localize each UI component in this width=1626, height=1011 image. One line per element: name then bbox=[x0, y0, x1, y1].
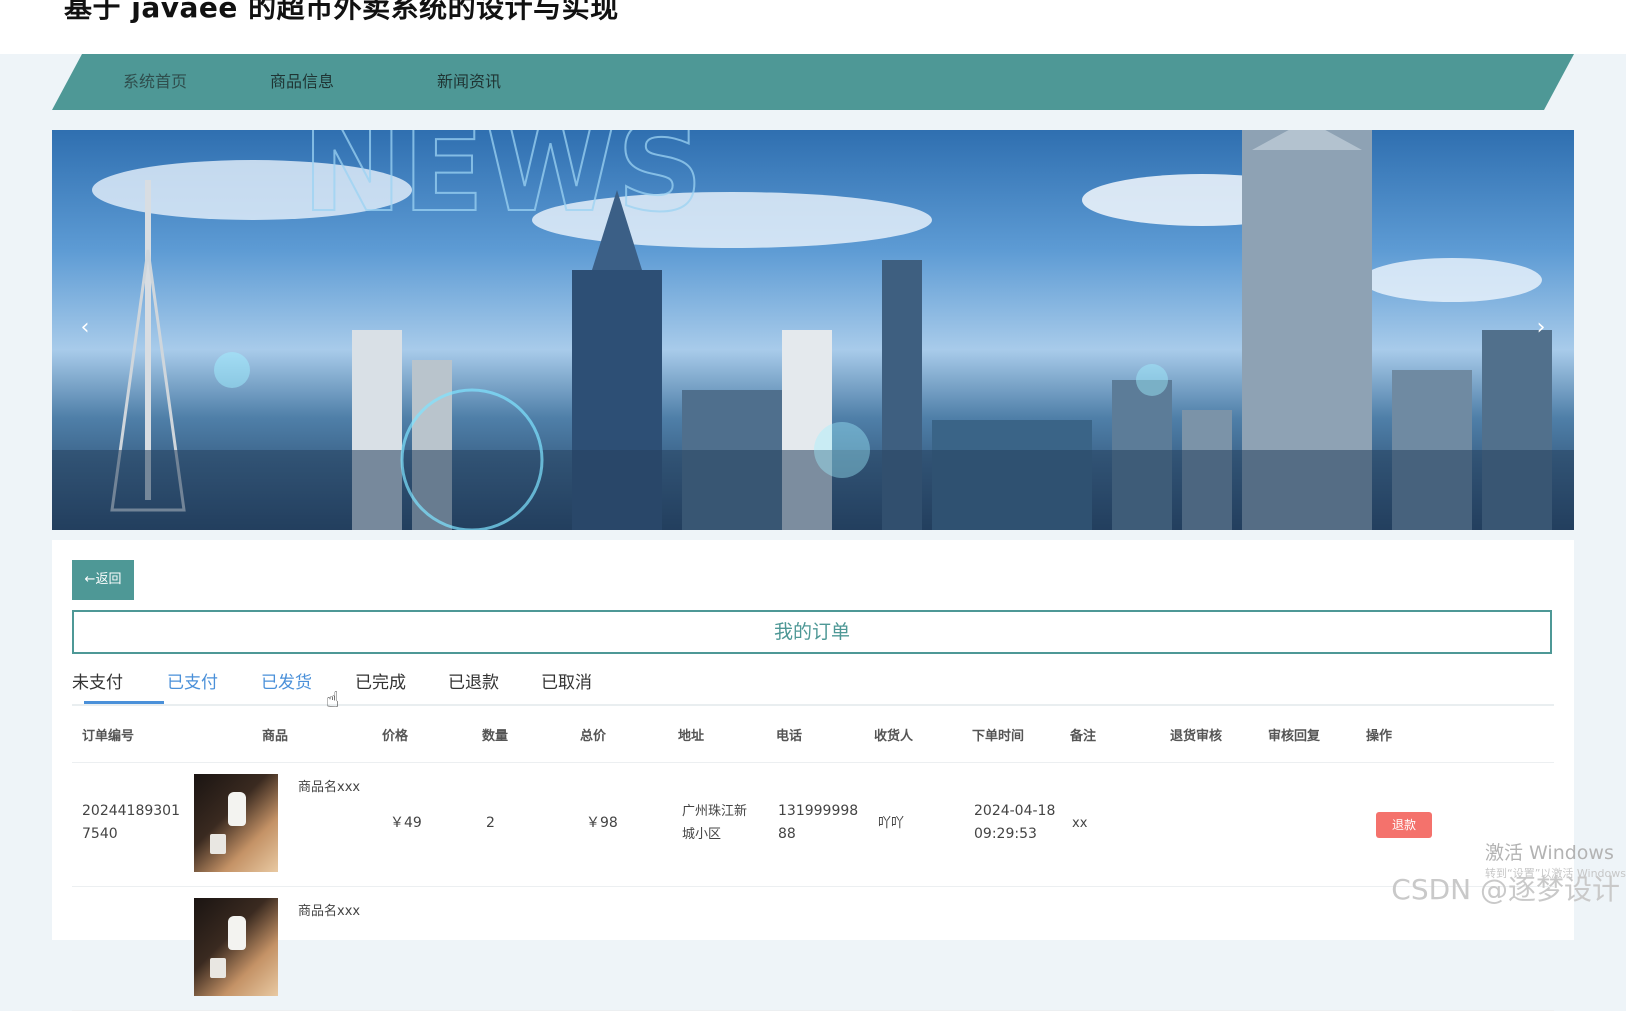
carousel-next-icon[interactable]: › bbox=[1528, 315, 1554, 341]
main-nav: 系统首页 商品信息 新闻资讯 bbox=[52, 54, 1574, 110]
carousel-prev-icon[interactable]: ‹ bbox=[72, 315, 98, 341]
product-name: 商品名xxx bbox=[298, 904, 361, 919]
order-id: 20244189301 7540 bbox=[82, 803, 180, 842]
product-name: 商品名xxx bbox=[298, 780, 361, 795]
col-return-review: 退货审核 bbox=[1170, 729, 1223, 744]
col-price: 价格 bbox=[382, 729, 409, 744]
col-total: 总价 bbox=[580, 729, 607, 744]
city-skyline-image: NEWS bbox=[52, 130, 1574, 530]
phone: 131999998 88 bbox=[778, 803, 859, 842]
col-receiver: 收货人 bbox=[874, 729, 914, 744]
table-row: 商品名xxx bbox=[72, 886, 1554, 1011]
tab-shipped[interactable]: 已发货 bbox=[261, 664, 312, 702]
receiver: 吖吖 bbox=[878, 816, 905, 831]
nav-item-news[interactable]: 新闻资讯 bbox=[437, 54, 501, 110]
top-header: 基于 javaee 的超市外卖系统的设计与实现 bbox=[0, 0, 1626, 54]
address: 广州珠江新 城小区 bbox=[682, 804, 748, 842]
banner-carousel: NEWS ‹ › bbox=[52, 130, 1574, 530]
remark: xx bbox=[1072, 816, 1088, 831]
refund-button[interactable]: 退款 bbox=[1376, 812, 1432, 838]
product-thumbnail[interactable] bbox=[194, 774, 278, 872]
total-price: ￥98 bbox=[586, 815, 618, 831]
hand-cursor-icon: ☝ bbox=[326, 688, 340, 713]
col-remark: 备注 bbox=[1070, 729, 1097, 744]
table-row: 20244189301 7540 商品名xxx ￥49 2 ￥98 广州珠江新 城小… bbox=[72, 762, 1554, 887]
order-time: 2024-04-18 09:29:53 bbox=[974, 803, 1056, 842]
product-thumbnail[interactable] bbox=[194, 898, 278, 996]
col-order-time: 下单时间 bbox=[972, 729, 1025, 744]
col-review-reply: 审核回复 bbox=[1268, 729, 1321, 744]
quantity: 2 bbox=[486, 815, 495, 831]
page-title: 我的订单 bbox=[72, 610, 1552, 654]
tab-unpaid[interactable]: 未支付 bbox=[72, 664, 123, 702]
order-status-tabs: 未支付 已支付 已发货 已完成 已退款 已取消 bbox=[72, 664, 1554, 706]
active-tab-indicator bbox=[84, 701, 164, 704]
back-button[interactable]: ←返回 bbox=[72, 560, 134, 600]
price: ￥49 bbox=[390, 815, 422, 831]
col-product: 商品 bbox=[262, 729, 289, 744]
table-header: 订单编号 商品 价格 数量 总价 地址 电话 收货人 下单时间 备注 退货审核 … bbox=[72, 712, 1554, 763]
col-actions: 操作 bbox=[1366, 729, 1393, 744]
col-qty: 数量 bbox=[482, 729, 509, 744]
csdn-watermark: CSDN @逐梦设计 bbox=[1391, 873, 1620, 906]
nav-item-home[interactable]: 系统首页 bbox=[123, 54, 187, 110]
col-order-id: 订单编号 bbox=[82, 729, 135, 744]
nav-item-products[interactable]: 商品信息 bbox=[270, 54, 334, 110]
tab-refunded[interactable]: 已退款 bbox=[448, 664, 499, 702]
tab-cancelled[interactable]: 已取消 bbox=[541, 664, 592, 702]
col-address: 地址 bbox=[678, 729, 705, 744]
tab-paid[interactable]: 已支付 bbox=[167, 664, 218, 702]
svg-text:NEWS: NEWS bbox=[302, 130, 703, 239]
site-title: 基于 javaee 的超市外卖系统的设计与实现 bbox=[64, 0, 619, 24]
col-phone: 电话 bbox=[776, 729, 803, 744]
tab-completed[interactable]: 已完成 bbox=[355, 664, 406, 702]
order-panel: ←返回 我的订单 未支付 已支付 已发货 已完成 已退款 已取消 ☝ 订单编号 … bbox=[52, 540, 1574, 1011]
